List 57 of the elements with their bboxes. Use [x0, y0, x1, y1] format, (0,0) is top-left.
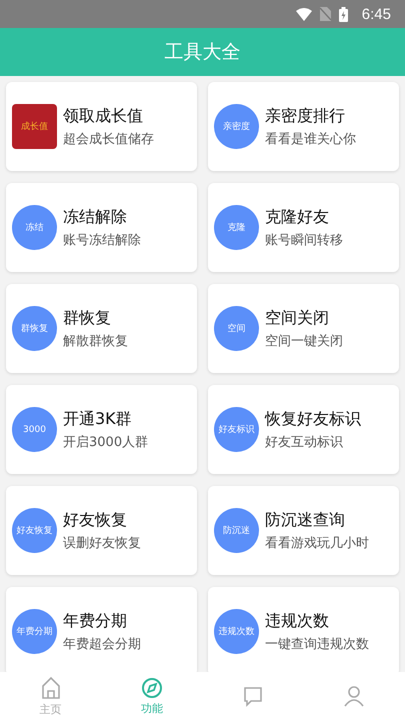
page-title: 工具大全 — [164, 40, 240, 65]
circle-icon: 违规次数 — [214, 609, 259, 654]
circle-icon: 亲密度 — [214, 104, 259, 149]
tool-card[interactable]: 防沉迷 防沉迷查询 看看游戏玩几小时 — [208, 486, 399, 575]
tool-title: 冻结解除 — [63, 206, 128, 228]
tool-title: 领取成长值 — [63, 106, 144, 126]
tool-title: 恢复好友标识 — [265, 408, 361, 430]
tool-title: 克隆好友 — [265, 206, 330, 228]
circle-icon: 冻结 — [12, 205, 57, 250]
circle-icon: 克隆 — [214, 205, 259, 250]
badge-icon: 成长值 — [12, 104, 57, 149]
tool-title: 开通3K群 — [63, 408, 133, 430]
tool-card[interactable]: 违规次数 违规次数 一键查询违规次数 — [208, 587, 399, 672]
tool-subtitle: 好友互动标识 — [265, 434, 344, 450]
tool-card[interactable]: 克隆 克隆好友 账号瞬间转移 — [208, 183, 399, 272]
no-sim-icon — [320, 7, 331, 21]
tool-subtitle: 误删好友恢复 — [63, 534, 141, 552]
tool-card[interactable]: 好友恢复 好友恢复 误删好友恢复 — [6, 486, 197, 575]
home-icon — [40, 676, 62, 700]
circle-icon: 年费分期 — [12, 609, 57, 654]
tool-subtitle: 空间一键关闭 — [265, 332, 343, 350]
circle-icon: 空间 — [214, 306, 259, 351]
tool-card[interactable]: 空间 空间关闭 空间一键关闭 — [208, 284, 399, 373]
tool-subtitle: 开启3000人群 — [63, 434, 148, 450]
wifi-icon — [296, 8, 312, 20]
tool-subtitle: 一键查询违规次数 — [265, 636, 369, 652]
compass-icon — [140, 676, 163, 698]
circle-icon: 群恢复 — [12, 306, 57, 351]
tool-subtitle: 账号瞬间转移 — [265, 232, 343, 248]
tool-subtitle: 超会成长值储存 — [63, 130, 154, 148]
tool-title: 年费分期 — [63, 610, 128, 632]
tool-subtitle: 账号冻结解除 — [63, 232, 141, 248]
tool-title: 亲密度排行 — [265, 106, 346, 126]
tool-title: 群恢复 — [63, 308, 112, 328]
battery-icon — [338, 6, 348, 22]
status-time: 6:45 — [362, 6, 391, 22]
chat-icon — [242, 685, 264, 707]
tool-card[interactable]: 好友标识 恢复好友标识 好友互动标识 — [208, 385, 399, 474]
tool-title: 空间关闭 — [265, 308, 330, 328]
circle-icon: 防沉迷 — [214, 508, 259, 553]
tool-card[interactable]: 亲密度 亲密度排行 看看是谁关心你 — [208, 82, 399, 171]
tool-card[interactable]: 成长值 领取成长值 超会成长值储存 — [6, 82, 197, 171]
tool-subtitle: 看看游戏玩几小时 — [265, 534, 369, 552]
tool-card[interactable]: 冻结 冻结解除 账号冻结解除 — [6, 183, 197, 272]
tool-subtitle: 看看是谁关心你 — [265, 130, 356, 148]
person-icon — [343, 685, 366, 707]
circle-icon: 好友恢复 — [12, 508, 57, 553]
tool-card[interactable]: 3000 开通3K群 开启3000人群 — [6, 385, 197, 474]
tool-card[interactable]: 年费分期 年费分期 年费超会分期 — [6, 587, 197, 672]
tool-title: 防沉迷查询 — [265, 510, 346, 530]
tool-title: 违规次数 — [265, 610, 330, 632]
circle-icon: 3000 — [12, 407, 57, 452]
tool-card[interactable]: 群恢复 群恢复 解散群恢复 — [6, 284, 197, 373]
tool-subtitle: 年费超会分期 — [63, 636, 141, 652]
tool-subtitle: 解散群恢复 — [63, 332, 128, 350]
tool-title: 好友恢复 — [63, 510, 128, 530]
circle-icon: 好友标识 — [214, 407, 259, 452]
